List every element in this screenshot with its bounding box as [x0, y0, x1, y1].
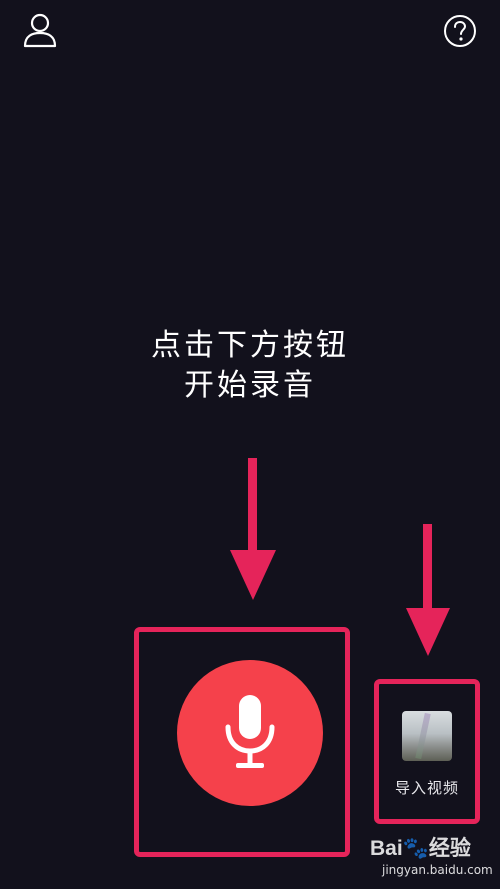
annotation-arrow-record: [230, 458, 276, 600]
watermark-url: jingyan.baidu.com: [382, 863, 493, 877]
question-circle-icon: [444, 15, 476, 47]
baidu-jingyan-watermark: Bai🐾经验 jingyan.baidu.com: [368, 832, 498, 886]
watermark-logo: Bai🐾经验: [370, 837, 471, 860]
import-video-button[interactable]: 导入视频: [378, 683, 476, 821]
help-button[interactable]: [441, 12, 479, 50]
import-video-thumbnail: [402, 711, 452, 761]
record-hint: 点击下方按钮 开始录音: [0, 326, 500, 406]
hint-line-1: 点击下方按钮: [151, 328, 349, 363]
import-video-label: 导入视频: [394, 779, 459, 797]
person-outline-icon: [23, 13, 57, 48]
hint-line-2: 开始录音: [184, 368, 316, 403]
microphone-icon: [225, 695, 275, 768]
annotation-arrow-import: [406, 524, 450, 656]
profile-button[interactable]: [20, 10, 60, 50]
app-screen: 点击下方按钮 开始录音 导入视频 Bai🐾经验 jingyan.baidu.co…: [0, 0, 500, 889]
record-button[interactable]: [177, 660, 323, 806]
